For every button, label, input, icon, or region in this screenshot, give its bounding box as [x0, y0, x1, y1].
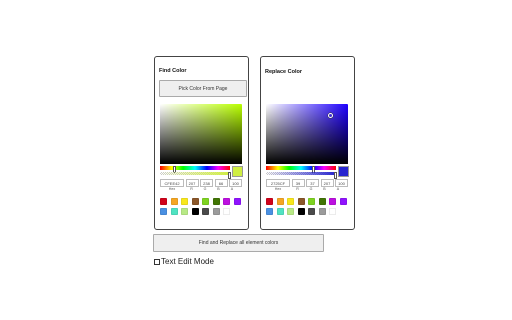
find-color-title: Find Color	[159, 68, 187, 74]
find-color-panel: Find Color Pick Color From Page CFEE42 2…	[154, 56, 249, 230]
text-edit-mode-checkbox[interactable]	[154, 258, 160, 265]
find-color-preview	[232, 166, 243, 177]
find-hue-slider[interactable]	[160, 165, 230, 173]
replace-a-input[interactable]: 100	[335, 179, 348, 187]
preset-swatch[interactable]	[287, 208, 294, 215]
b-label: B	[323, 187, 326, 191]
preset-swatch[interactable]	[223, 208, 230, 215]
preset-swatch[interactable]	[202, 208, 209, 215]
replace-color-title: Replace Color	[265, 69, 302, 75]
find-g-input[interactable]: 238	[200, 179, 213, 187]
hex-label: Hex	[274, 187, 282, 191]
preset-swatch[interactable]	[212, 208, 220, 215]
preset-swatch[interactable]	[329, 208, 336, 215]
r-label: R	[190, 187, 193, 191]
text-edit-mode-toggle[interactable]: Text Edit Mode	[154, 257, 214, 266]
replace-hex-input[interactable]: 2725CF	[266, 179, 290, 187]
preset-swatch[interactable]	[181, 208, 188, 215]
preset-swatch[interactable]	[297, 208, 305, 215]
replace-alpha-slider[interactable]	[266, 171, 337, 179]
preset-swatch[interactable]	[308, 198, 315, 205]
preset-swatch[interactable]	[287, 198, 294, 205]
preset-swatch[interactable]	[266, 198, 273, 205]
preset-swatch[interactable]	[212, 198, 220, 205]
preset-swatch[interactable]	[160, 208, 167, 215]
preset-swatch[interactable]	[318, 208, 326, 215]
preset-swatch[interactable]	[297, 198, 305, 205]
preset-swatch[interactable]	[223, 198, 230, 205]
text-edit-mode-label: Text Edit Mode	[161, 257, 214, 266]
replace-b-input[interactable]: 207	[320, 179, 334, 187]
replace-hue-slider[interactable]	[266, 165, 336, 173]
preset-swatch[interactable]	[191, 198, 199, 205]
a-label: A	[336, 187, 340, 191]
preset-swatch[interactable]	[233, 198, 241, 205]
preset-swatch[interactable]	[276, 198, 284, 205]
preset-swatch[interactable]	[181, 198, 188, 205]
b-label: B	[217, 187, 220, 191]
replace-preset-swatches	[266, 198, 348, 215]
hex-label: Hex	[168, 187, 176, 191]
a-label: A	[230, 187, 234, 191]
find-b-input[interactable]: 66	[214, 179, 228, 187]
g-label: G	[203, 187, 207, 191]
replace-color-preview	[338, 166, 349, 177]
preset-swatch[interactable]	[308, 208, 315, 215]
find-alpha-slider[interactable]	[160, 171, 231, 179]
replace-alpha-thumb[interactable]	[334, 171, 337, 179]
replace-g-input[interactable]: 37	[306, 179, 319, 187]
preset-swatch[interactable]	[266, 208, 273, 215]
replace-color-panel: Replace Color 2725CF 39 37 207 100 Hex R…	[260, 56, 355, 230]
preset-swatch[interactable]	[160, 198, 167, 205]
find-hex-input[interactable]: CFEE42	[160, 179, 184, 187]
g-label: G	[309, 187, 313, 191]
preset-swatch[interactable]	[170, 198, 178, 205]
preset-swatch[interactable]	[339, 198, 347, 205]
find-and-replace-button[interactable]: Find and Replace all element colors	[153, 234, 324, 252]
find-a-input[interactable]: 100	[229, 179, 242, 187]
preset-swatch[interactable]	[170, 208, 178, 215]
preset-swatch[interactable]	[318, 198, 326, 205]
preset-swatch[interactable]	[276, 208, 284, 215]
replace-color-cursor[interactable]	[328, 113, 333, 118]
r-label: R	[296, 187, 299, 191]
preset-swatch[interactable]	[329, 198, 336, 205]
preset-swatch[interactable]	[202, 198, 209, 205]
find-saturation-area[interactable]	[160, 104, 242, 164]
replace-r-input[interactable]: 39	[291, 179, 305, 187]
preset-swatch[interactable]	[191, 208, 199, 215]
replace-saturation-area[interactable]	[266, 104, 348, 164]
find-alpha-thumb[interactable]	[228, 171, 231, 179]
find-r-input[interactable]: 207	[185, 179, 199, 187]
pick-color-from-page-button[interactable]: Pick Color From Page	[159, 80, 247, 97]
find-preset-swatches	[160, 198, 242, 215]
